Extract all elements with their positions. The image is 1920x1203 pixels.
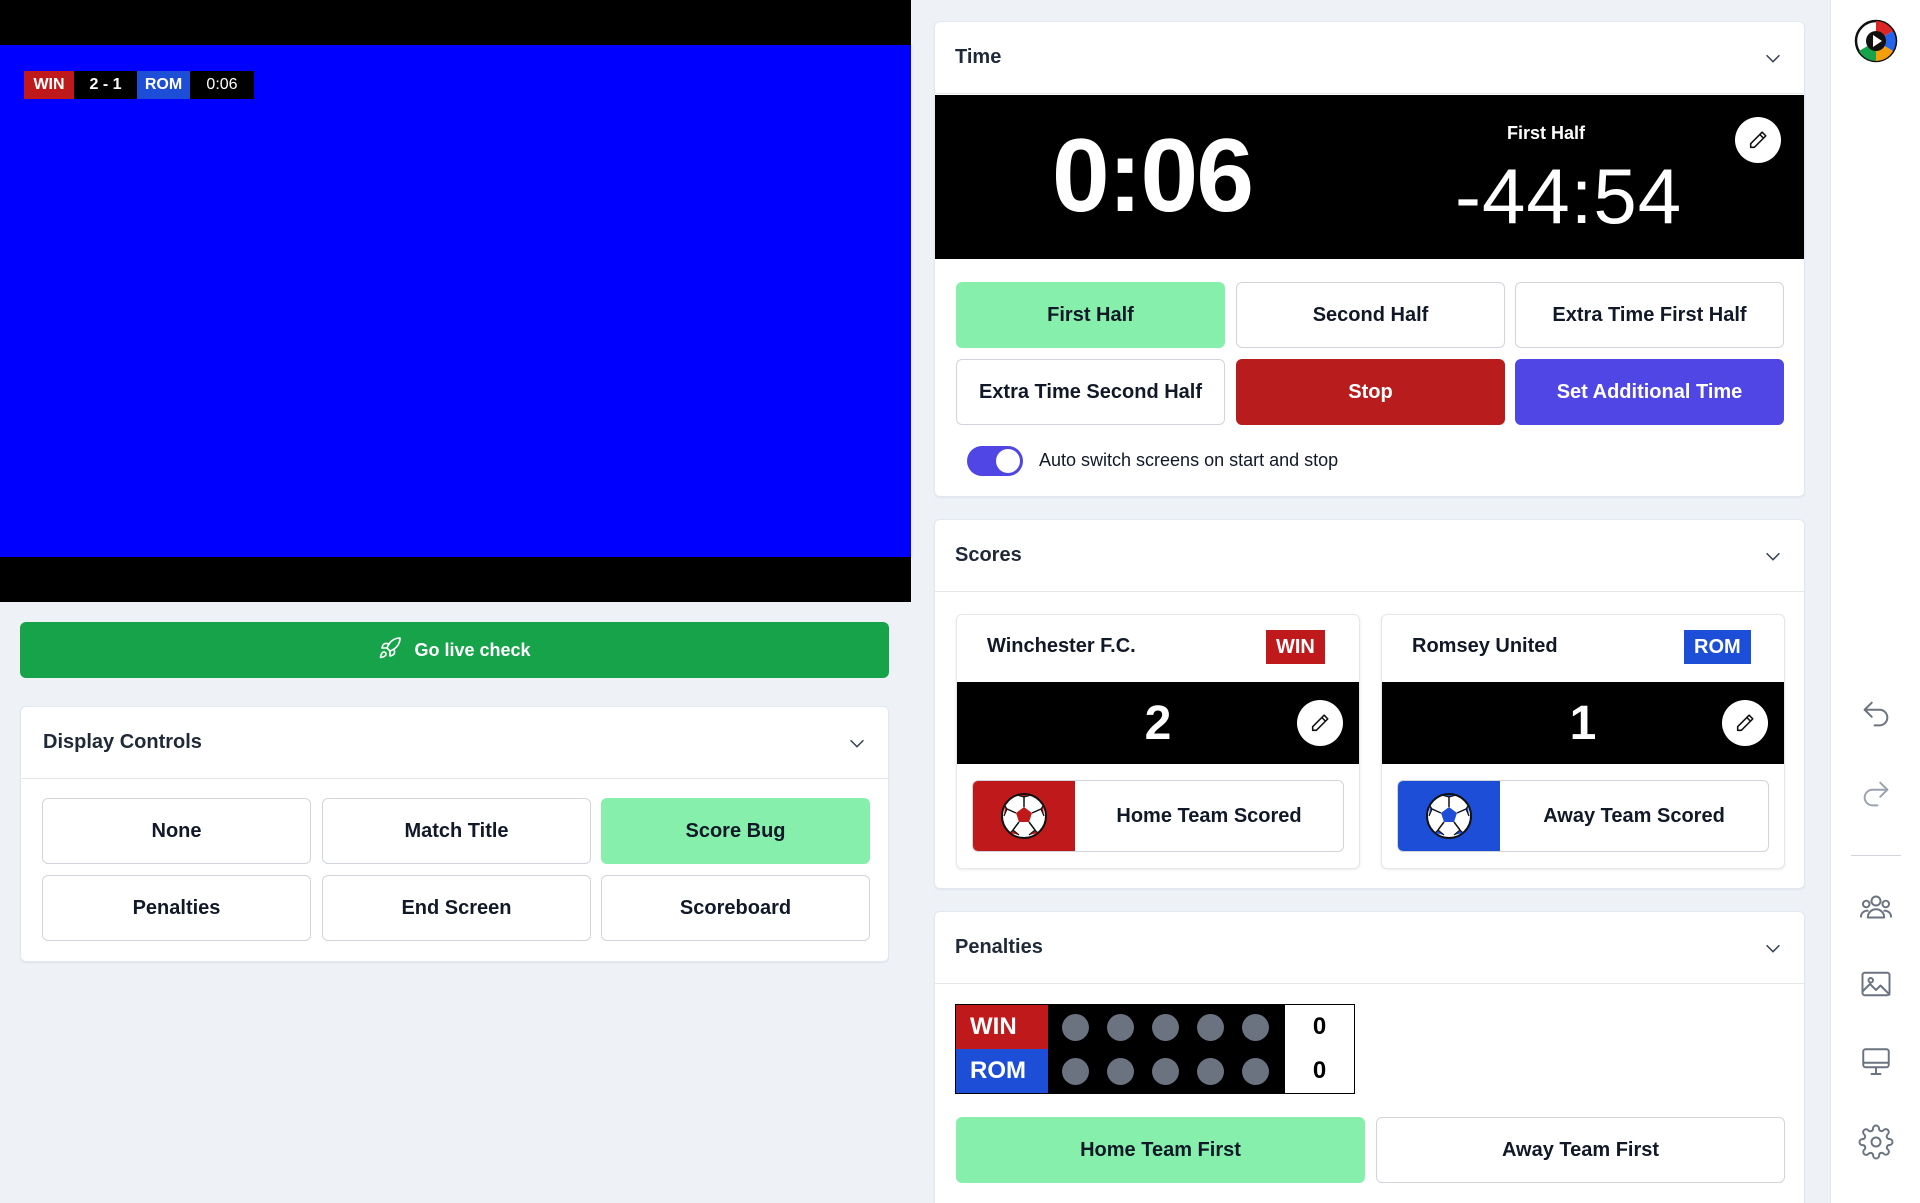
edit-away-score-button[interactable] — [1722, 700, 1768, 746]
penalty-away-total: 0 — [1312, 1057, 1327, 1084]
right-sidebar — [1830, 0, 1920, 1203]
scores-card: Scores Winchester F.C. WIN 2 Home Team S… — [934, 519, 1805, 889]
toggle-knob — [996, 449, 1020, 473]
penalties-card: Penalties WIN ROM 0 0 Home Team First Aw… — [934, 911, 1805, 1203]
score-bug-time: 0:06 — [190, 71, 254, 99]
display-controls-title: Display Controls — [43, 731, 202, 753]
display-match-title-button[interactable]: Match Title — [322, 798, 591, 864]
penalty-away-code: ROM — [956, 1049, 1048, 1093]
away-team-first-button[interactable]: Away Team First — [1376, 1117, 1785, 1183]
penalty-dot — [1062, 1014, 1089, 1041]
penalty-home-total: 0 — [1312, 1013, 1327, 1040]
rocket-icon — [378, 636, 402, 665]
home-team-code: WIN — [1266, 630, 1325, 664]
chevron-down-icon[interactable] — [1762, 937, 1784, 959]
redo-icon[interactable] — [1857, 775, 1895, 813]
soccer-ball-icon — [1001, 793, 1047, 839]
score-bug-away-code: ROM — [137, 71, 190, 99]
period-label: First Half — [1506, 123, 1585, 143]
penalty-dot — [1242, 1058, 1269, 1085]
penalties-title: Penalties — [955, 936, 1043, 958]
penalty-dot — [1152, 1014, 1179, 1041]
clock-display: 0:06 First Half -44:54 — [935, 95, 1804, 259]
display-score-bug-button[interactable]: Score Bug — [601, 798, 870, 864]
penalty-dot — [1197, 1058, 1224, 1085]
first-half-button[interactable]: First Half — [956, 282, 1225, 348]
undo-icon[interactable] — [1857, 695, 1895, 733]
extra-time-first-half-button[interactable]: Extra Time First Half — [1515, 282, 1784, 348]
penalties-header[interactable]: Penalties — [935, 912, 1804, 984]
away-team-name: Romsey United — [1412, 635, 1558, 657]
auto-switch-label: Auto switch screens on start and stop — [1039, 450, 1339, 470]
penalty-dot — [1107, 1058, 1134, 1085]
penalty-scoreboard: WIN ROM 0 0 — [955, 1004, 1355, 1094]
remaining-time: -44:54 — [1455, 152, 1683, 240]
chevron-down-icon[interactable] — [1762, 545, 1784, 567]
scores-header[interactable]: Scores — [935, 520, 1804, 592]
pencil-icon — [1736, 714, 1754, 732]
penalty-dot — [1197, 1014, 1224, 1041]
penalty-team-codes: WIN ROM — [956, 1005, 1048, 1093]
chevron-down-icon[interactable] — [846, 732, 868, 754]
sidebar-divider — [1851, 855, 1901, 856]
display-penalties-button[interactable]: Penalties — [42, 875, 311, 941]
go-live-check-label: Go live check — [414, 639, 531, 660]
score-bug: WIN 2 - 1 ROM 0:06 — [24, 71, 254, 99]
home-ball-swatch — [973, 781, 1075, 851]
display-end-screen-button[interactable]: End Screen — [322, 875, 591, 941]
away-score-display: 1 — [1382, 682, 1784, 764]
away-penalty-row — [1062, 1058, 1285, 1102]
penalty-dot — [1152, 1058, 1179, 1085]
penalty-totals: 0 0 — [1285, 1005, 1354, 1093]
penalty-attempts — [1048, 1005, 1285, 1093]
edit-home-score-button[interactable] — [1297, 700, 1343, 746]
away-ball-swatch — [1398, 781, 1500, 851]
home-team-name: Winchester F.C. — [987, 635, 1136, 657]
live-preview: WIN 2 - 1 ROM 0:06 — [0, 0, 911, 602]
display-scoreboard-button[interactable]: Scoreboard — [601, 875, 870, 941]
away-team-scored-button[interactable]: Away Team Scored — [1397, 780, 1769, 852]
time-header[interactable]: Time — [935, 22, 1804, 94]
display-controls-header[interactable]: Display Controls — [21, 707, 888, 779]
penalty-dot — [1107, 1014, 1134, 1041]
edit-time-button[interactable] — [1735, 117, 1781, 163]
soccer-ball-icon — [1426, 793, 1472, 839]
settings-icon[interactable] — [1857, 1123, 1895, 1161]
home-team-scored-label: Home Team Scored — [1116, 804, 1302, 827]
stop-button[interactable]: Stop — [1236, 359, 1505, 425]
display-controls-card: Display Controls None Match Title Score … — [20, 706, 889, 962]
home-score-display: 2 — [957, 682, 1359, 764]
auto-switch-toggle[interactable] — [967, 446, 1023, 476]
pencil-icon — [1749, 131, 1767, 149]
away-team-code: ROM — [1684, 630, 1751, 664]
penalty-home-code: WIN — [956, 1005, 1048, 1049]
elapsed-time: 0:06 — [1051, 118, 1254, 234]
home-team-first-button[interactable]: Home Team First — [956, 1117, 1365, 1183]
images-icon[interactable] — [1857, 965, 1895, 1003]
scores-title: Scores — [955, 544, 1022, 566]
chevron-down-icon[interactable] — [1762, 47, 1784, 69]
away-team-card: Romsey United ROM 1 Away Team Scored — [1381, 614, 1785, 869]
pencil-icon — [1311, 714, 1329, 732]
penalty-dot — [1062, 1058, 1089, 1085]
home-team-card: Winchester F.C. WIN 2 Home Team Scored — [956, 614, 1360, 869]
score-bug-score: 2 - 1 — [74, 71, 137, 99]
time-title: Time — [955, 46, 1002, 68]
home-team-scored-button[interactable]: Home Team Scored — [972, 780, 1344, 852]
penalty-dot — [1242, 1014, 1269, 1041]
extra-time-second-half-button[interactable]: Extra Time Second Half — [956, 359, 1225, 425]
app-logo-icon[interactable] — [1854, 19, 1898, 63]
set-additional-time-button[interactable]: Set Additional Time — [1515, 359, 1784, 425]
teams-icon[interactable] — [1857, 888, 1895, 926]
time-card: Time 0:06 First Half -44:54 First Half S… — [934, 21, 1805, 497]
away-team-scored-label: Away Team Scored — [1543, 804, 1725, 827]
display-icon[interactable] — [1857, 1043, 1895, 1081]
display-none-button[interactable]: None — [42, 798, 311, 864]
second-half-button[interactable]: Second Half — [1236, 282, 1505, 348]
score-bug-home-code: WIN — [24, 71, 74, 99]
preview-canvas: WIN 2 - 1 ROM 0:06 — [0, 45, 911, 557]
go-live-check-button[interactable]: Go live check — [20, 622, 889, 678]
home-penalty-row — [1062, 1014, 1285, 1058]
